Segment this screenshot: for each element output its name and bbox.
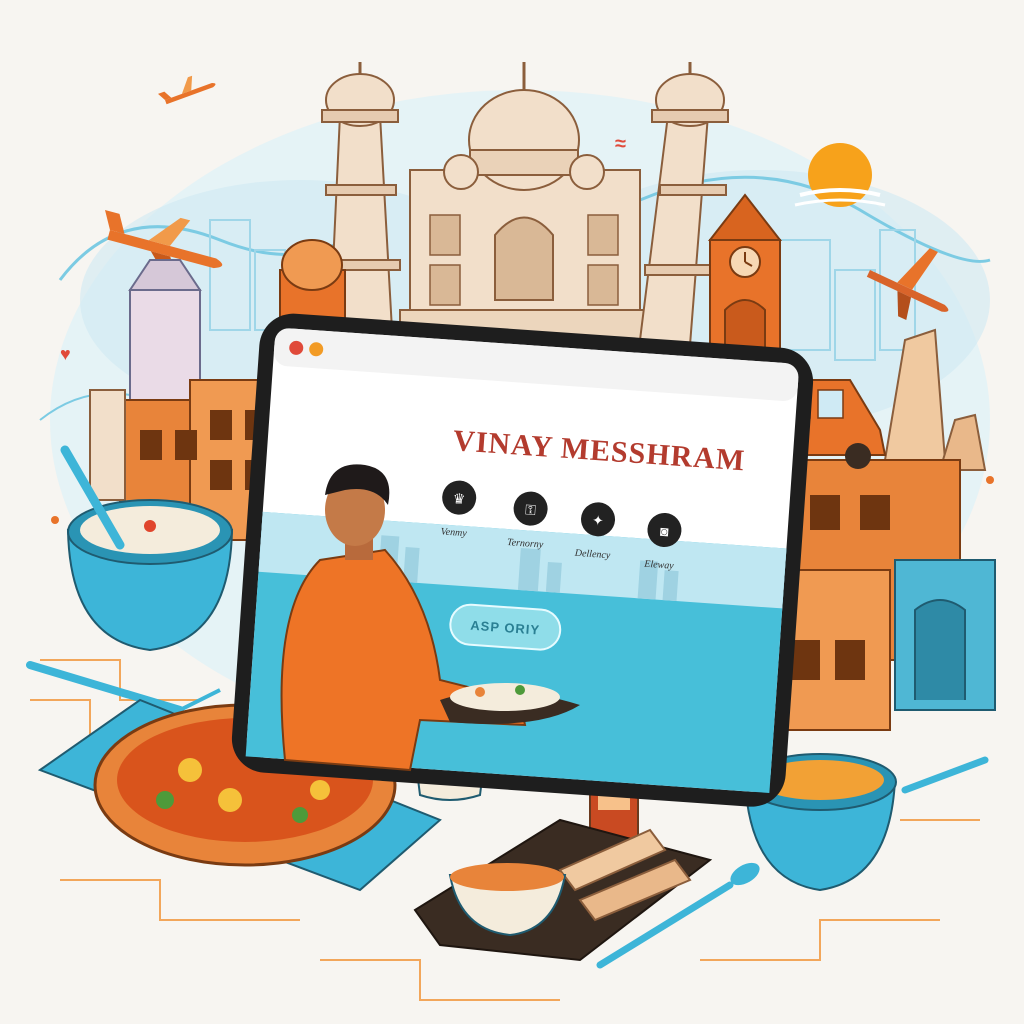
squiggle-accent: ≈ xyxy=(615,133,626,155)
cta-button[interactable]: ASP ORIY xyxy=(449,603,562,651)
lock-icon: ⚿ xyxy=(525,501,537,518)
camera-icon: ◙ xyxy=(660,523,670,540)
fork-icon xyxy=(26,661,221,714)
crown-icon: ♛ xyxy=(452,490,466,507)
compass-icon: ✦ xyxy=(592,512,605,529)
nav-item-label: Eleway xyxy=(643,559,675,572)
snack-tray xyxy=(413,818,713,962)
nav-item-label: Venmy xyxy=(440,526,467,539)
illustration-scene: VINAY MESSHRAM ♛ Venmy ⚿ Ternorny ✦ Dell… xyxy=(26,62,996,1001)
airplane-icon xyxy=(158,75,216,105)
heart-icon: ♥ xyxy=(60,344,71,364)
